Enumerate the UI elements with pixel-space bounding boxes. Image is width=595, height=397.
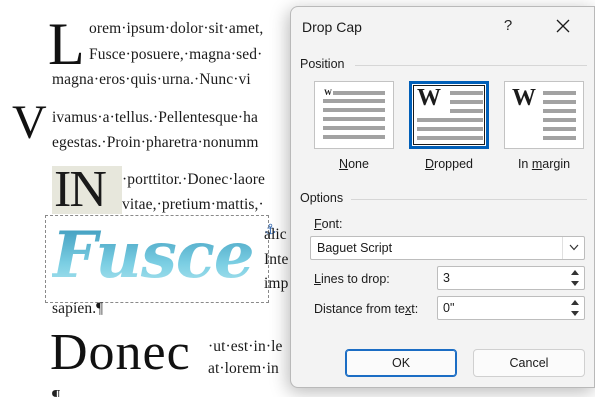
position-in-margin-button[interactable]: W: [504, 81, 584, 149]
preview-line: [543, 100, 576, 104]
wordart-drop-cap-fusce[interactable]: Fusce: [52, 216, 255, 296]
position-none-label: None: [339, 157, 369, 171]
triangle-down-icon: [571, 281, 579, 286]
paragraph-line: ·ut·est·in·le: [208, 338, 283, 355]
margin-drop-cap-v: V: [12, 96, 47, 149]
position-dropped-label: Dropped: [425, 157, 473, 171]
drop-cap-in: IN: [54, 161, 107, 218]
triangle-down-icon: [571, 311, 579, 316]
lines-to-drop-value: 3: [443, 271, 450, 285]
paragraph-line: imp: [264, 275, 289, 292]
lines-increment-button[interactable]: [567, 267, 583, 278]
none-preview-glyph: W: [324, 88, 332, 97]
drop-cap-letter-l: L: [48, 11, 85, 77]
font-dropdown-button[interactable]: [562, 237, 584, 259]
preview-line: [323, 135, 385, 139]
preview-line: [333, 91, 385, 95]
dialog-title: Drop Cap: [302, 19, 362, 35]
lines-to-drop-spinner[interactable]: 3: [437, 266, 585, 290]
close-button[interactable]: [550, 15, 576, 37]
paragraph-line: Inte: [264, 251, 289, 268]
preview-line: [417, 136, 483, 140]
position-divider: [355, 65, 587, 66]
triangle-up-icon: [571, 300, 579, 305]
paragraph-line: vitae,·pretium·mattis,·: [122, 196, 264, 213]
ok-button[interactable]: OK: [345, 349, 457, 377]
paragraph-line: alic: [264, 226, 287, 243]
lines-to-drop-label: Lines to drop:: [314, 272, 390, 286]
drop-cap-dialog: Drop Cap ? Position W None W Dropped W I…: [290, 6, 595, 388]
font-value: Baguet Script: [317, 241, 393, 255]
preview-line: [450, 91, 483, 95]
help-button[interactable]: ?: [498, 15, 518, 37]
preview-line: [543, 136, 576, 140]
preview-line: [450, 100, 483, 104]
close-icon: [556, 19, 570, 33]
preview-line: [323, 108, 385, 112]
options-section-label: Options: [300, 191, 344, 205]
lines-decrement-button[interactable]: [567, 278, 583, 289]
preview-line: [323, 117, 385, 121]
paragraph-line: egestas.·Proin·pharetra·nonumm: [52, 134, 259, 151]
position-in-margin-label: In margin: [517, 157, 571, 171]
paragraph-line: ivamus·a·tellus.·Pellentesque·ha: [52, 109, 258, 126]
options-divider: [351, 199, 587, 200]
paragraph-line: ·porttitor.·Donec·laore: [122, 171, 266, 188]
font-combobox[interactable]: Baguet Script: [310, 236, 585, 260]
paragraph-line: at·lorem·in: [208, 360, 279, 377]
chevron-down-icon: [569, 244, 578, 251]
position-section-label: Position: [300, 57, 345, 71]
preview-line: [450, 109, 483, 113]
distance-from-text-label: Distance from text:: [314, 302, 419, 316]
drop-cap-in-frame: IN: [52, 162, 122, 218]
distance-decrement-button[interactable]: [567, 308, 583, 319]
margin-preview-glyph: W: [512, 85, 536, 111]
font-label: Font:: [314, 217, 343, 231]
paragraph-line: Fusce·posuere,·magna·sed·: [89, 46, 263, 63]
preview-line: [543, 91, 576, 95]
triangle-up-icon: [571, 270, 579, 275]
cancel-button[interactable]: Cancel: [473, 349, 585, 377]
preview-line: [323, 99, 385, 103]
drop-cap-donec: Donec: [50, 324, 191, 381]
preview-line: [323, 126, 385, 130]
preview-line: [417, 118, 483, 122]
distance-from-text-value: 0": [443, 301, 455, 315]
position-none-button[interactable]: W: [314, 81, 394, 149]
distance-from-text-spinner[interactable]: 0": [437, 296, 585, 320]
preview-line: [417, 127, 483, 131]
dropped-preview-glyph: W: [417, 85, 441, 111]
paragraph-mark: ¶: [52, 386, 61, 397]
paragraph-line: orem·ipsum·dolor·sit·amet,: [89, 20, 264, 37]
preview-line: [543, 109, 576, 113]
preview-line: [543, 127, 576, 131]
position-dropped-button[interactable]: W: [409, 81, 489, 149]
paragraph-line: sapien.¶: [52, 300, 104, 317]
distance-increment-button[interactable]: [567, 297, 583, 308]
preview-line: [543, 118, 576, 122]
paragraph-line: magna·eros·quis·urna.·Nunc·vi: [52, 71, 251, 88]
